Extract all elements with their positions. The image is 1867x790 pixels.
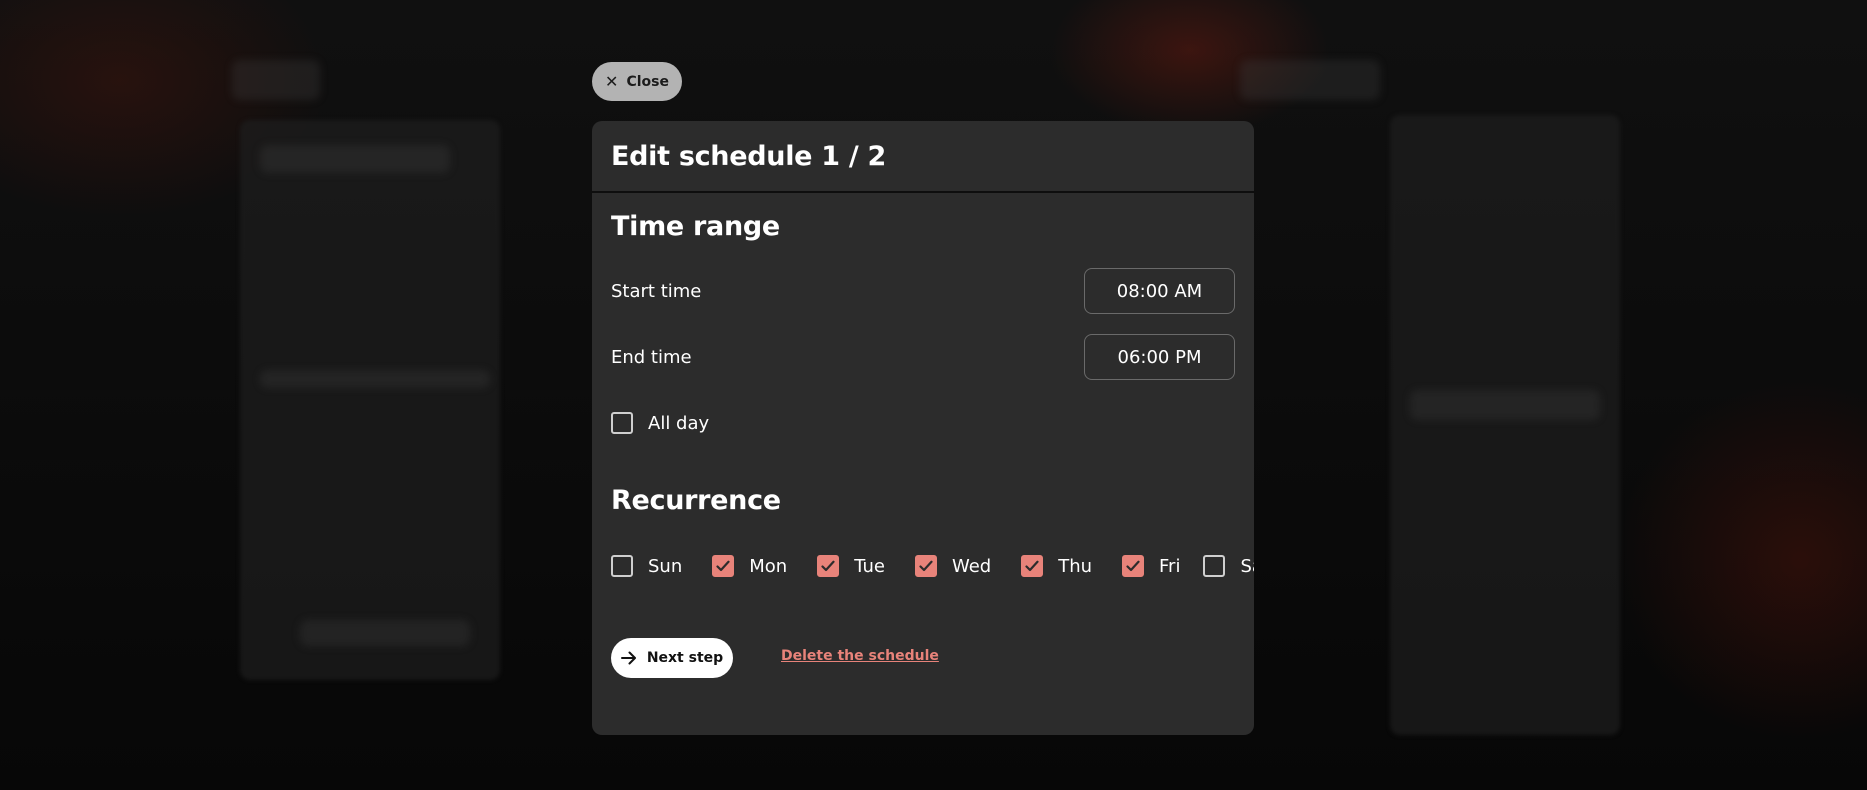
day-checkbox-mon[interactable]: [712, 555, 735, 577]
day-label: Sat: [1240, 555, 1254, 577]
background-blur-panel: [240, 120, 500, 680]
start-time-input[interactable]: 08:00 AM: [1084, 268, 1235, 314]
background-blur-shape: [300, 620, 470, 646]
day-checkbox-tue[interactable]: [817, 555, 840, 577]
close-button[interactable]: ✕ Close: [592, 62, 682, 101]
day-label: Wed: [951, 555, 992, 577]
next-step-button[interactable]: Next step: [611, 638, 733, 678]
next-step-label: Next step: [646, 650, 724, 666]
time-range-heading: Time range: [611, 211, 780, 242]
day-option-mon[interactable]: Mon: [712, 555, 787, 577]
all-day-label: All day: [648, 412, 710, 434]
day-checkbox-sat[interactable]: [1203, 555, 1226, 577]
day-checkbox-wed[interactable]: [914, 555, 937, 577]
day-option-sun[interactable]: Sun: [611, 555, 682, 577]
day-option-tue[interactable]: Tue: [817, 555, 885, 577]
checkmark-icon: [1126, 560, 1140, 572]
day-label: Sun: [648, 555, 683, 577]
recurrence-heading: Recurrence: [611, 485, 781, 516]
background-blur-shape: [232, 60, 320, 100]
delete-schedule-link[interactable]: Delete the schedule: [781, 648, 939, 664]
close-icon: ✕: [605, 71, 619, 91]
start-time-label: Start time: [611, 281, 702, 302]
day-option-wed[interactable]: Wed: [914, 555, 992, 577]
day-checkbox-thu[interactable]: [1021, 555, 1044, 577]
day-label: Tue: [854, 555, 885, 577]
end-time-label: End time: [611, 347, 692, 368]
recurrence-days: Sun Mon Tue Wed Thu Fri Sat: [611, 555, 1254, 577]
all-day-option[interactable]: All day: [611, 412, 709, 434]
background-blur-shape: [260, 145, 450, 173]
checkmark-icon: [821, 560, 835, 572]
background-blur-shape: [260, 370, 490, 388]
day-option-sat[interactable]: Sat: [1203, 555, 1254, 577]
day-label: Thu: [1058, 555, 1093, 577]
checkmark-icon: [716, 560, 730, 572]
checkmark-icon: [1025, 560, 1039, 572]
all-day-checkbox[interactable]: [611, 412, 633, 434]
background-blur-shape: [1410, 390, 1600, 420]
day-option-thu[interactable]: Thu: [1021, 555, 1092, 577]
dialog-header: Edit schedule 1 / 2: [592, 121, 1254, 193]
dialog-title: Edit schedule 1 / 2: [611, 140, 886, 172]
day-checkbox-sun[interactable]: [611, 555, 633, 577]
background-blur-panel: [1390, 115, 1620, 735]
checkmark-icon: [919, 560, 933, 572]
day-option-fri[interactable]: Fri: [1122, 555, 1180, 577]
edit-schedule-dialog: Edit schedule 1 / 2 Time range Start tim…: [592, 121, 1254, 735]
day-label: Fri: [1159, 555, 1181, 577]
day-label: Mon: [749, 555, 788, 577]
arrow-right-icon: [620, 651, 636, 665]
background-blur-shape: [1240, 60, 1380, 100]
end-time-input[interactable]: 06:00 PM: [1084, 334, 1235, 380]
day-checkbox-fri[interactable]: [1122, 555, 1145, 577]
close-button-label: Close: [626, 73, 669, 90]
